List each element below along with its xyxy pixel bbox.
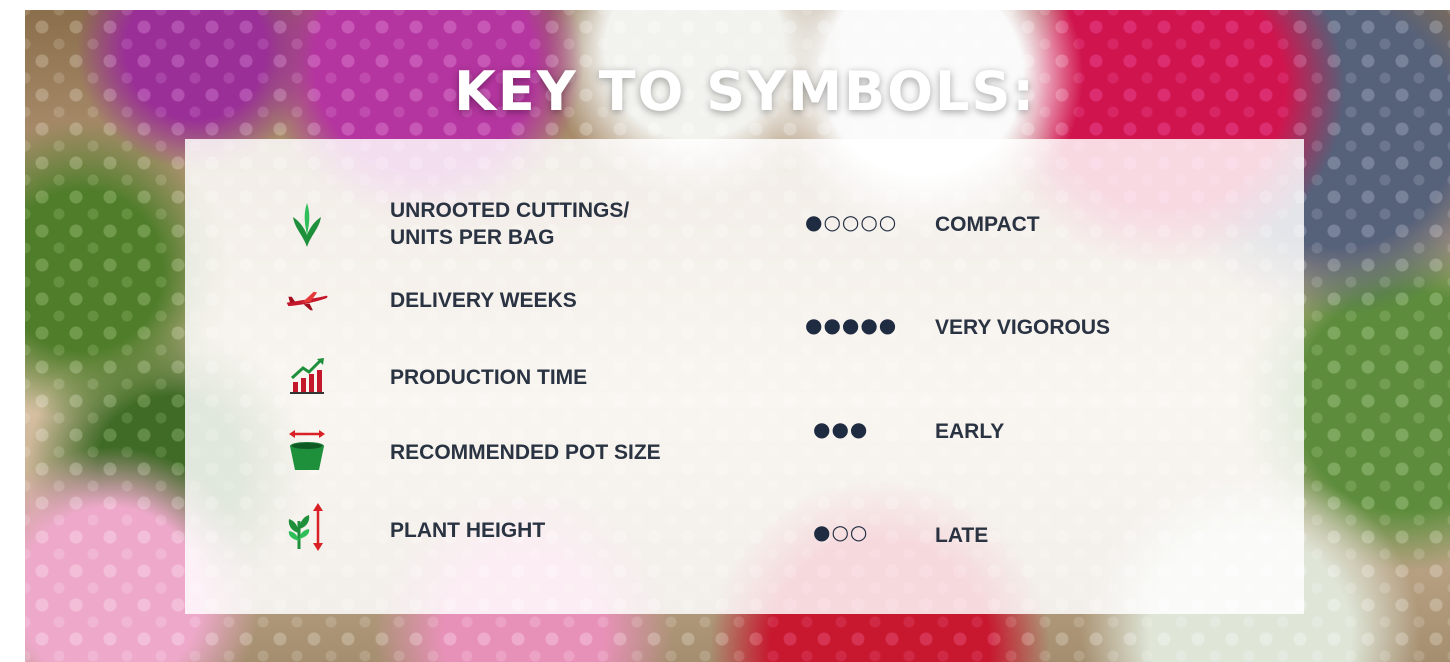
pot-size-icon	[285, 429, 329, 473]
very-vigorous-label: VERY VIGOROUS	[935, 316, 1111, 339]
production-label: PRODUCTION TIME	[390, 366, 588, 389]
plant-height-icon	[285, 503, 329, 551]
legend-item-plant-height: PLANT HEIGHT	[390, 517, 545, 544]
legend-item-compact: COMPACT	[935, 211, 1040, 238]
growth-chart-icon	[285, 354, 329, 398]
legend-item-very-vigorous: VERY VIGOROUS	[935, 314, 1110, 341]
legend-item-delivery: DELIVERY WEEKS	[390, 287, 577, 314]
cuttings-label-line2: UNITS PER BAG	[390, 226, 555, 249]
legend-item-late: LATE	[935, 522, 988, 549]
compact-dots-icon: ●○○○○	[805, 210, 898, 234]
early-label: EARLY	[935, 420, 1005, 443]
cuttings-label-line1: UNROOTED CUTTINGS/	[390, 199, 630, 222]
legend-item-early: EARLY	[935, 418, 1004, 445]
legend-item-production: PRODUCTION TIME	[390, 364, 587, 391]
compact-label: COMPACT	[935, 213, 1040, 236]
late-dots-icon: ●○○	[813, 520, 869, 544]
pot-size-label: RECOMMENDED POT SIZE	[390, 441, 661, 464]
page-title: KEY TO SYMBOLS:	[454, 60, 1036, 123]
early-dots-icon: ●●●	[813, 417, 869, 441]
legend-item-cuttings: UNROOTED CUTTINGS/ UNITS PER BAG	[390, 197, 629, 251]
delivery-label: DELIVERY WEEKS	[390, 289, 577, 312]
very-vigorous-dots-icon: ●●●●●	[805, 313, 898, 337]
late-label: LATE	[935, 524, 989, 547]
legend-item-pot-size: RECOMMENDED POT SIZE	[390, 439, 661, 466]
airplane-icon	[285, 279, 329, 323]
legend-panel: UNROOTED CUTTINGS/ UNITS PER BAG DELIVER…	[185, 139, 1304, 614]
plant-height-label: PLANT HEIGHT	[390, 519, 546, 542]
leaf-cutting-icon	[285, 203, 329, 247]
